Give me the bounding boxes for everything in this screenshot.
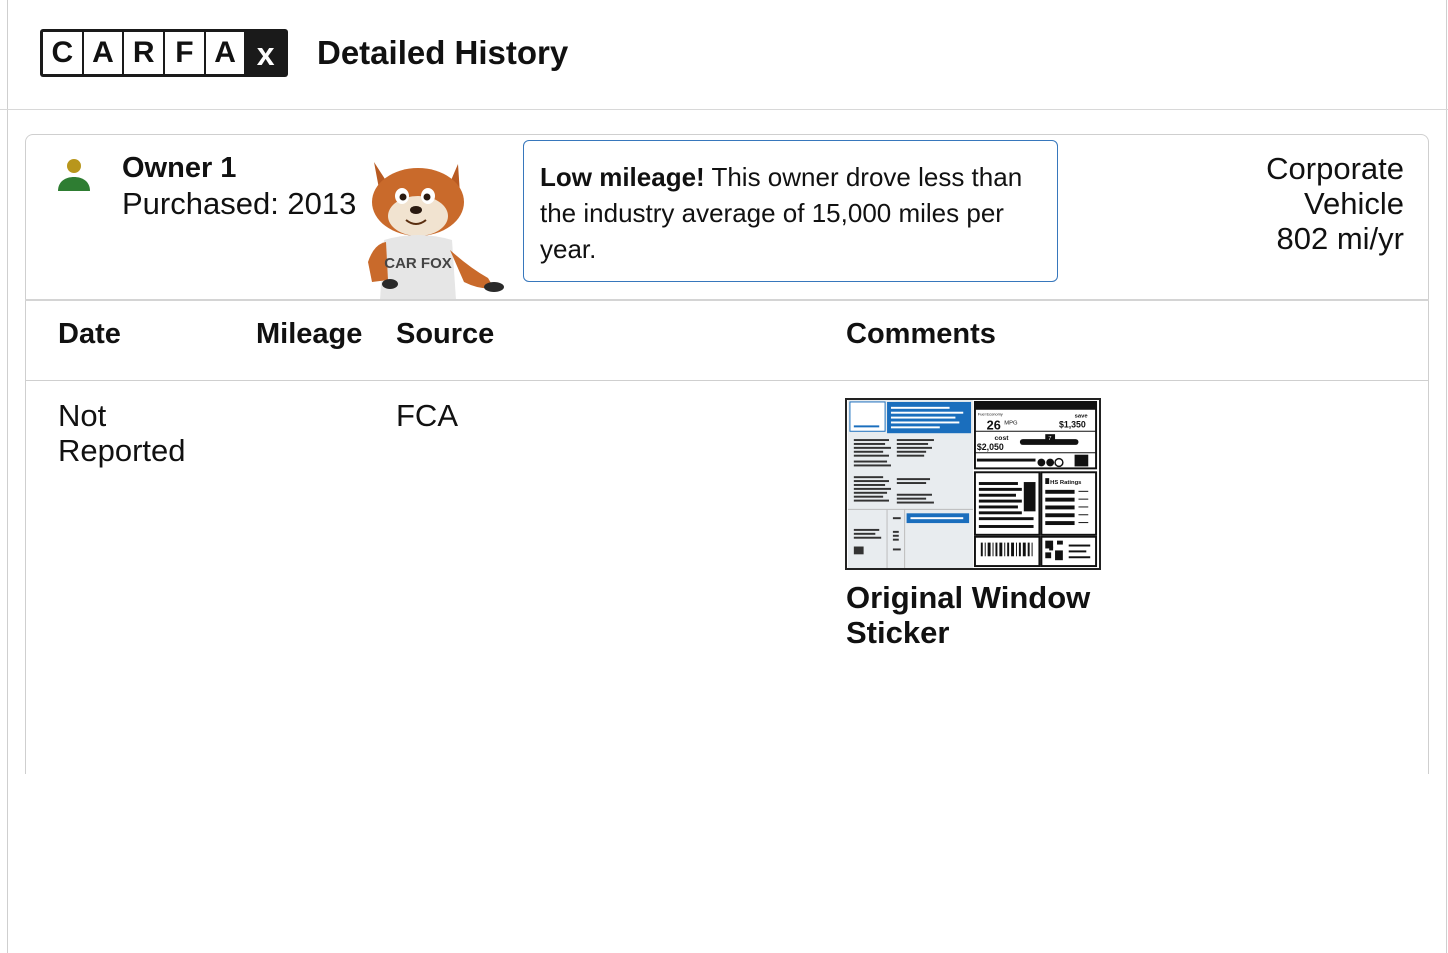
row-date: Not Reported [58, 398, 186, 468]
owner-title: Owner 1 [122, 152, 237, 184]
table-divider [25, 299, 1429, 301]
vehicle-type-info: Corporate Vehicle 802 mi/yr [1266, 151, 1404, 256]
mileage-per-year: 802 mi/yr [1276, 221, 1404, 256]
fox-shirt-text: CAR FOX [384, 255, 452, 272]
window-sticker-thumbnail[interactable]: Fuel Economy 26 MPG save $1,350 cost $2,… [845, 398, 1101, 570]
logo-letter: R [124, 32, 164, 74]
sticker-fuel-economy-label: Fuel Economy [978, 412, 1003, 417]
column-header-date: Date [58, 318, 121, 350]
logo-letter: F [165, 32, 204, 74]
sticker-rating-marker: 7 [1048, 436, 1051, 442]
carfox-mascot-icon: CAR FOX [368, 162, 504, 300]
carfax-logo[interactable]: C A R F A x [40, 29, 288, 77]
window-sticker-link[interactable]: Original Window Sticker [846, 580, 1106, 650]
sticker-save-amount: $1,350 [1059, 419, 1086, 429]
vehicle-type-line1: Corporate [1266, 151, 1404, 186]
column-header-comments: Comments [846, 318, 996, 350]
logo-letter: C [43, 32, 82, 74]
sticker-cost-amount: $2,050 [977, 442, 1004, 452]
page-header: C A R F A x Detailed History [0, 0, 1448, 110]
row-source: FCA [396, 398, 458, 433]
vehicle-type-line2: Vehicle [1304, 186, 1404, 221]
logo-letter: A [83, 32, 123, 74]
callout-bold: Low mileage! [540, 162, 705, 192]
sticker-mpg-value: 26 [987, 418, 1001, 432]
logo-letter: A [205, 32, 245, 74]
column-header-mileage: Mileage [256, 318, 363, 350]
owner-person-icon [58, 159, 90, 191]
table-header-divider [25, 380, 1429, 381]
owner-purchased: Purchased: 2013 [122, 186, 357, 221]
column-header-source: Source [396, 318, 495, 350]
low-mileage-callout: Low mileage! This owner drove less than … [523, 140, 1058, 282]
logo-letter: x [246, 32, 286, 74]
sticker-mpg-unit: MPG [1004, 420, 1018, 426]
sticker-ratings-label: HS Ratings [1050, 480, 1082, 486]
page-title: Detailed History [317, 34, 569, 71]
